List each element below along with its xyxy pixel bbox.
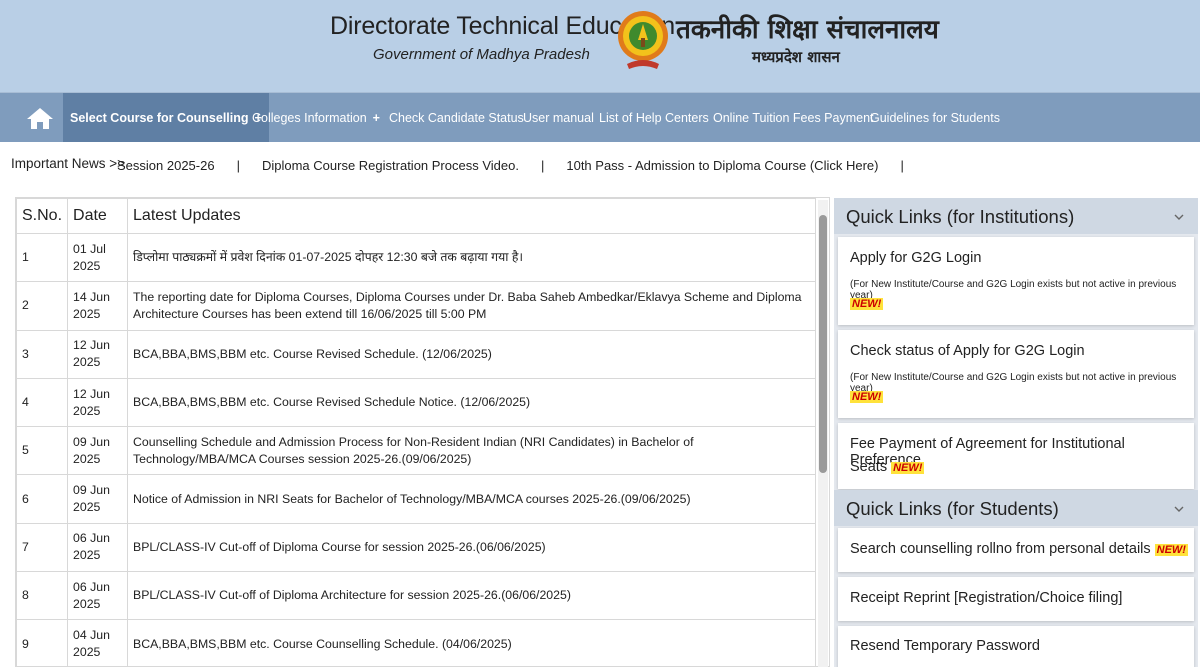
cell-date: 12 Jun 2025 [67,377,129,428]
quick-links-students-header[interactable]: Quick Links (for Students) [834,490,1198,526]
site-subtitle-en: Government of Madhya Pradesh [373,46,590,63]
quick-link-note: (For New Institute/Course and G2G Login … [850,279,1177,301]
news-item[interactable]: Diploma Course Registration Process Vide… [262,158,519,173]
new-badge: NEW! [891,462,925,474]
quick-links-institutions-header[interactable]: Quick Links (for Institutions) [834,198,1198,234]
new-badge: NEW! [1154,544,1188,556]
news-separator: | [540,158,545,173]
quick-link-note: (For New Institute/Course and G2G Login … [850,372,1177,394]
cell-sno: 4 [16,377,69,428]
cell-sno: 1 [16,232,69,283]
news-item[interactable]: Session 2025-26 [117,158,215,173]
cell-date: 06 Jun 2025 [67,571,129,621]
quick-links-students-panel: Quick Links (for Students) Search counse… [834,490,1198,667]
table-row[interactable]: 6 09 Jun 2025 Notice of Admission in NRI S… [16,474,816,524]
table-row[interactable]: 4 12 Jun 2025 BCA,BBA,BMS,BBM etc. Course … [16,377,816,428]
quick-link-label: Search counselling rollno from personal … [850,541,1151,557]
news-item[interactable]: 10th Pass - Admission to Diploma Course … [566,158,878,173]
column-header-latest-updates: Latest Updates [127,198,816,234]
new-badge: NEW! [850,298,884,310]
cell-sno: 8 [16,571,69,621]
mp-emblem-icon [618,11,668,69]
cell-sno: 7 [16,522,69,573]
column-header-date: Date [67,198,129,234]
new-badge: NEW! [850,391,884,403]
cell-date: 09 Jun 2025 [67,474,129,524]
cell-sno: 6 [16,474,69,524]
cell-update-text[interactable]: डिप्लोमा पाठ्यक्रमों में प्रवेश दिनांक 0… [127,232,816,283]
quick-link-resend-password[interactable]: Resend Temporary Password [838,626,1194,667]
cell-update-text[interactable]: The reporting date for Diploma Courses, … [127,281,816,331]
cell-date: 06 Jun 2025 [67,522,129,573]
latest-updates-table: S.No. Date Latest Updates 1 01 Jul 2025 डि… [16,198,816,666]
news-separator: | [236,158,240,173]
quick-links-institutions-title: Quick Links (for Institutions) [846,206,1075,227]
chevron-down-icon[interactable] [1174,212,1184,222]
table-row[interactable]: 9 04 Jun 2025 BCA,BBA,BMS,BBM etc. Course … [16,619,816,666]
main-nav: Select Course for Counselling + Colleges … [0,92,1200,143]
quick-links-institutions-panel: Quick Links (for Institutions) Apply for… [834,198,1198,490]
site-subtitle-hi: मध्यप्रदेश शासन [752,48,840,66]
quick-link-label: Apply for G2G Login [850,250,982,266]
quick-link-label: Seats [850,459,888,475]
quick-link-receipt-reprint[interactable]: Receipt Reprint [Registration/Choice fil… [838,577,1194,621]
updates-scrollbar[interactable] [818,200,828,667]
quick-link-fee-payment-agreement[interactable]: Fee Payment of Agreement for Institution… [838,423,1194,489]
plus-icon: + [372,111,380,125]
nav-colleges-information-label: Colleges Information [252,111,367,125]
table-row[interactable]: 8 06 Jun 2025 BPL/CLASS-IV Cut-off of Dipl… [16,571,816,621]
cell-update-text[interactable]: BPL/CLASS-IV Cut-off of Diploma Course f… [127,522,816,573]
cell-date: 12 Jun 2025 [67,329,129,379]
cell-date: 14 Jun 2025 [67,281,129,331]
quick-link-label: Check status of Apply for G2G Login [850,343,1085,359]
quick-link-label-row: Search counselling rollno from personal … [850,541,1188,557]
quick-link-label: Receipt Reprint [Registration/Choice fil… [850,590,1123,606]
table-row[interactable]: 3 12 Jun 2025 BCA,BBA,BMS,BBM etc. Course … [16,329,816,379]
quick-link-apply-g2g-login[interactable]: Apply for G2G Login (For New Institute/C… [838,237,1194,325]
cell-update-text[interactable]: BCA,BBA,BMS,BBM etc. Course Revised Sche… [127,329,816,379]
cell-date: 01 Jul 2025 [67,232,129,283]
cell-sno: 9 [16,619,69,666]
nav-user-manual[interactable]: User manual [523,93,594,143]
table-header-row: S.No. Date Latest Updates [16,198,816,234]
quick-link-search-rollno[interactable]: Search counselling rollno from personal … [838,528,1194,572]
quick-link-label: Resend Temporary Password [850,638,1040,654]
table-row[interactable]: 1 01 Jul 2025 डिप्लोमा पाठ्यक्रमों में प्र… [16,232,816,283]
nav-guidelines[interactable]: Guidelines for Students [870,93,1000,143]
cell-sno: 2 [16,281,69,331]
cell-update-text[interactable]: BCA,BBA,BMS,BBM etc. Course Counselling … [127,619,816,666]
cell-update-text[interactable]: Counselling Schedule and Admission Proce… [127,426,816,476]
nav-select-course-label: Select Course for Counselling [70,111,249,125]
quick-links-students-title: Quick Links (for Students) [846,498,1059,519]
quick-link-label-line2: Seats NEW! [850,459,925,475]
table-row[interactable]: 2 14 Jun 2025 The reporting date for Diplo… [16,281,816,331]
cell-date: 04 Jun 2025 [67,619,129,666]
nav-check-candidate-status[interactable]: Check Candidate Status [389,93,524,143]
nav-help-centers[interactable]: List of Help Centers [599,93,709,143]
news-track: Session 2025-26 | Diploma Course Registrat… [117,158,926,173]
table-row[interactable]: 7 06 Jun 2025 BPL/CLASS-IV Cut-off of Dipl… [16,522,816,573]
nav-tuition-fees-payment[interactable]: Online Tuition Fees Payment [713,93,874,143]
cell-sno: 3 [16,329,69,379]
news-label: Important News >> [11,156,126,171]
latest-updates-panel: S.No. Date Latest Updates 1 01 Jul 2025 डि… [15,197,830,667]
column-header-sno: S.No. [16,198,69,234]
news-ticker: Important News >> Session 2025-26 | Diplom… [0,142,1200,188]
site-title-hi: तकनीकी शिक्षा संचालनालय [676,15,939,45]
nav-select-course[interactable]: Select Course for Counselling + [63,93,269,143]
table-row[interactable]: 5 09 Jun 2025 Counselling Schedule and Adm… [16,426,816,476]
quick-link-check-g2g-status[interactable]: Check status of Apply for G2G Login (For… [838,330,1194,418]
home-icon[interactable] [24,106,56,130]
cell-sno: 5 [16,426,69,476]
cell-update-text[interactable]: Notice of Admission in NRI Seats for Bac… [127,474,816,524]
scrollbar-thumb[interactable] [819,215,827,473]
cell-update-text[interactable]: BPL/CLASS-IV Cut-off of Diploma Architec… [127,571,816,621]
chevron-down-icon[interactable] [1174,504,1184,514]
news-separator: | [900,158,904,173]
cell-update-text[interactable]: BCA,BBA,BMS,BBM etc. Course Revised Sche… [127,377,816,428]
nav-colleges-information[interactable]: Colleges Information + [252,93,380,143]
site-header: Directorate Technical Education Governme… [0,0,1200,92]
cell-date: 09 Jun 2025 [67,426,129,476]
